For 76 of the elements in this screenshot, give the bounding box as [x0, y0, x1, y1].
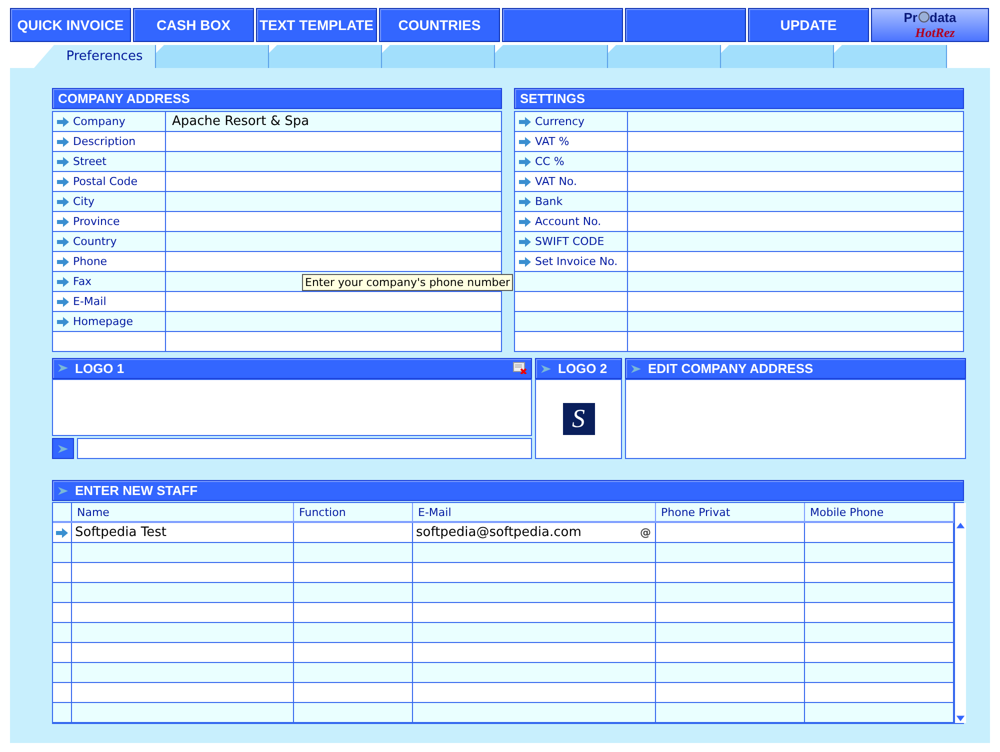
field-label: Street — [73, 155, 106, 168]
menu-button[interactable]: COUNTRIES — [379, 8, 500, 42]
section-header: SETTINGS — [514, 88, 964, 109]
section-title: ENTER NEW STAFF — [75, 483, 199, 498]
column-header[interactable]: Name — [72, 503, 294, 521]
field-label: Set Invoice No. — [535, 255, 618, 268]
arrow-icon — [57, 296, 69, 306]
arrow-icon — [57, 316, 69, 326]
field-label: VAT % — [535, 135, 570, 148]
field-label: Bank — [535, 195, 563, 208]
arrow-icon — [57, 276, 69, 286]
arrow-icon — [57, 216, 69, 226]
field-label: VAT No. — [535, 175, 577, 188]
delete-image-icon[interactable] — [513, 362, 527, 374]
field-label: Homepage — [73, 315, 133, 328]
browse-button[interactable] — [52, 438, 74, 459]
column-header[interactable]: Phone Privat — [656, 503, 805, 521]
section-title: EDIT COMPANY ADDRESS — [648, 361, 814, 376]
menu-button[interactable]: UPDATE — [748, 8, 869, 42]
address-text-area[interactable] — [625, 379, 966, 459]
arrow-icon — [57, 196, 69, 206]
field-label: Company — [73, 115, 126, 128]
arrow-icon — [57, 136, 69, 146]
menu-button[interactable]: CASH BOX — [133, 8, 254, 42]
arrow-icon — [540, 362, 552, 374]
menu-button[interactable]: QUICK INVOICE — [10, 8, 131, 42]
column-header[interactable]: Function — [294, 503, 413, 521]
logo-image: S — [562, 403, 594, 435]
arrow-icon — [57, 256, 69, 266]
field-label: Phone — [73, 255, 108, 268]
scroll-down-icon[interactable] — [955, 714, 966, 723]
file-path-field[interactable] — [77, 438, 532, 459]
arrow-icon — [519, 176, 531, 186]
arrow-icon — [57, 362, 69, 374]
field-label: E-Mail — [73, 295, 106, 308]
email-button[interactable]: @ — [640, 526, 651, 539]
arrow-icon — [519, 196, 531, 206]
arrow-icon — [519, 236, 531, 246]
table-cell: softpedia@softpedia.com — [416, 525, 582, 540]
field-label: Currency — [535, 115, 585, 128]
scroll-up-icon[interactable] — [955, 521, 966, 530]
column-header[interactable]: E-Mail — [413, 503, 656, 521]
field-label: Description — [73, 135, 136, 148]
arrow-icon — [57, 442, 69, 454]
arrow-icon — [57, 176, 69, 186]
field-label: Account No. — [535, 215, 602, 228]
arrow-icon — [57, 236, 69, 246]
field-label: Postal Code — [73, 175, 138, 188]
blank-menu-button[interactable] — [502, 8, 623, 42]
tab[interactable]: Preferences — [34, 45, 156, 68]
row-pointer-icon — [56, 528, 68, 538]
field-label: Province — [73, 215, 120, 228]
section-header: COMPANY ADDRESS — [52, 88, 502, 109]
field-label: SWIFT CODE — [535, 235, 604, 248]
field-label: CC % — [535, 155, 564, 168]
arrow-icon — [519, 156, 531, 166]
arrow-icon — [630, 362, 642, 374]
arrow-icon — [57, 116, 69, 126]
menu-button[interactable]: TEXT TEMPLATE — [256, 8, 377, 42]
arrow-icon — [57, 484, 69, 496]
tooltip: Enter your company's phone number — [302, 274, 514, 291]
section-title: LOGO 2 — [558, 361, 608, 376]
field-label: Country — [73, 235, 117, 248]
arrow-icon — [519, 116, 531, 126]
arrow-icon — [57, 156, 69, 166]
field-value[interactable]: Apache Resort & Spa — [172, 114, 310, 129]
blank-menu-button[interactable] — [625, 8, 746, 42]
scrollbar[interactable] — [954, 503, 966, 723]
arrow-icon — [519, 256, 531, 266]
section-title: LOGO 1 — [75, 360, 126, 376]
arrow-icon — [519, 216, 531, 226]
table-cell: Softpedia Test — [75, 525, 166, 540]
brand-logo: Pr data HotRez — [871, 8, 989, 42]
field-label: Fax — [73, 275, 92, 288]
field-label: City — [73, 195, 95, 208]
arrow-icon — [519, 136, 531, 146]
